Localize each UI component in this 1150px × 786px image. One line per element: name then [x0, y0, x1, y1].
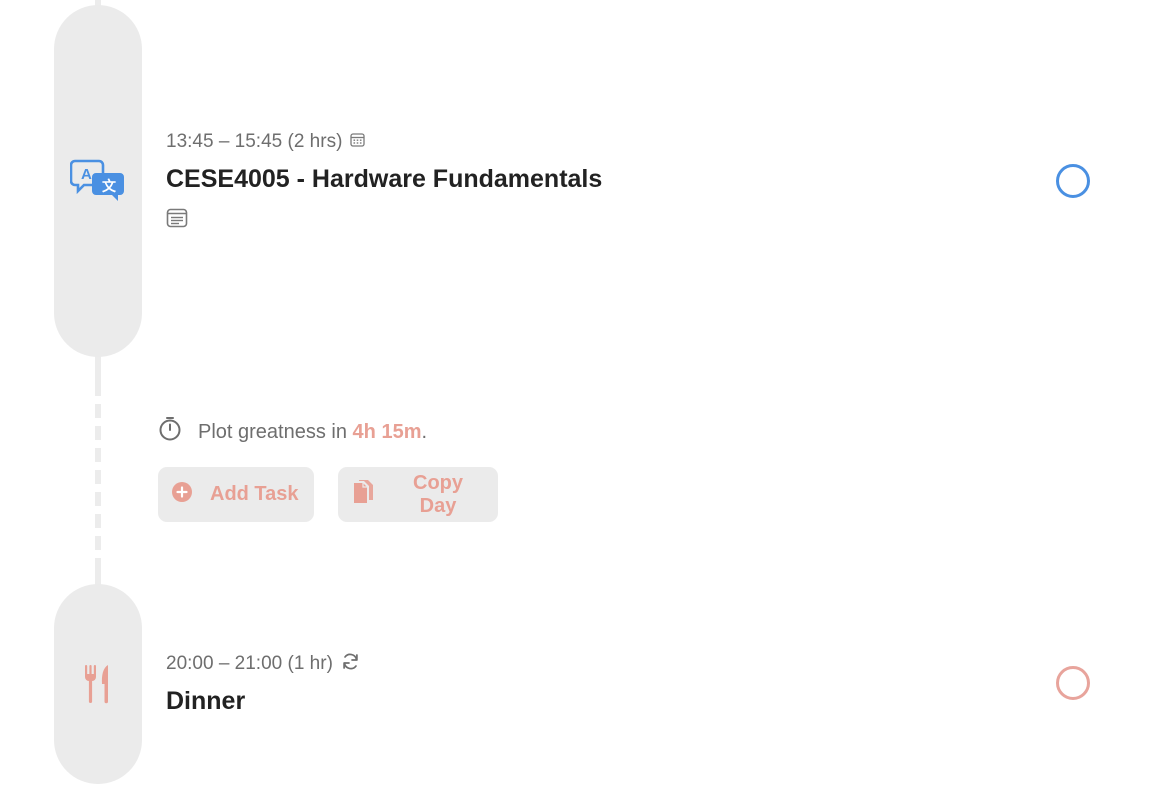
add-task-button[interactable]: Add Task	[158, 467, 314, 522]
timeline-gap-line	[95, 382, 101, 560]
free-time-info: Plot greatness in 4h 15m.	[158, 416, 427, 448]
event-card-dinner[interactable]: 20:00 – 21:00 (1 hr) Dinner	[166, 653, 360, 716]
complete-toggle-cese4005[interactable]	[1056, 164, 1090, 198]
calendar-icon	[350, 131, 366, 153]
copy-day-label: Copy Day	[413, 471, 463, 517]
free-time-duration: 4h 15m	[352, 420, 422, 443]
add-task-label: Add Task	[210, 483, 299, 505]
svg-text:文: 文	[102, 178, 117, 194]
copy-documents-icon	[352, 479, 374, 511]
complete-toggle-dinner[interactable]	[1056, 666, 1090, 700]
fork-knife-icon	[84, 664, 112, 709]
event-time: 20:00 – 21:00 (1 hr)	[166, 653, 360, 675]
event-pill-cese4005[interactable]: A 文	[54, 5, 142, 357]
translate-icon: A 文	[69, 159, 126, 206]
copy-day-button[interactable]: Copy Day	[338, 467, 498, 522]
stopwatch-icon	[158, 416, 182, 448]
plus-circle-icon	[172, 481, 192, 508]
event-title: Dinner	[166, 687, 246, 715]
repeat-icon	[341, 652, 360, 677]
gap-actions: Add Task Copy Day	[158, 467, 498, 522]
event-time: 13:45 – 15:45 (2 hrs)	[166, 131, 602, 153]
event-pill-dinner[interactable]	[54, 584, 142, 784]
free-time-text: Plot greatness in 4h 15m.	[198, 420, 428, 443]
event-card-cese4005[interactable]: 13:45 – 15:45 (2 hrs) CESE4005 - Hardwar…	[166, 131, 602, 233]
event-time-label: 13:45 – 15:45 (2 hrs)	[166, 131, 343, 152]
svg-text:A: A	[81, 166, 92, 183]
event-title: CESE4005 - Hardware Fundamentals	[166, 165, 603, 193]
notes-icon[interactable]	[166, 208, 602, 233]
event-time-label: 20:00 – 21:00 (1 hr)	[166, 653, 333, 674]
